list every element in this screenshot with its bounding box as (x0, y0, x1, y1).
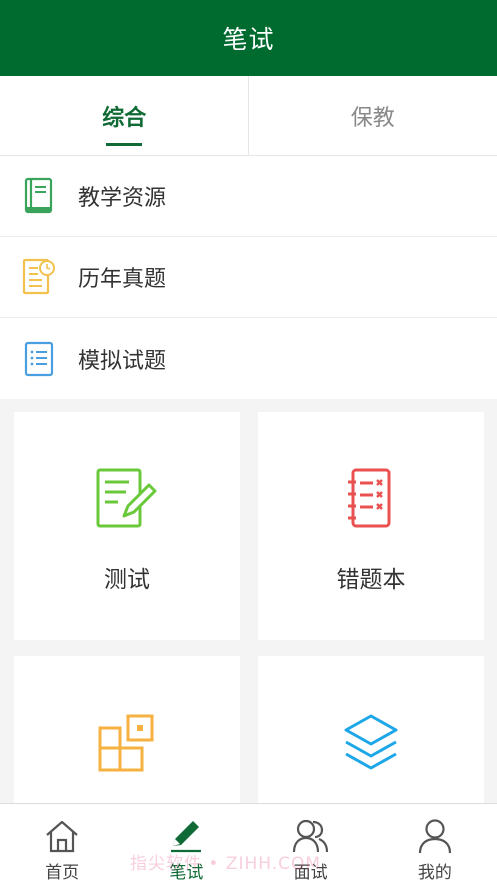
tab-preschool[interactable]: 保教 (249, 76, 497, 155)
card-layers[interactable] (258, 656, 484, 803)
book-icon (22, 176, 56, 216)
card-wrong-questions[interactable]: 错题本 (258, 412, 484, 640)
list-item-label: 模拟试题 (78, 348, 167, 374)
list-item-teaching-resources[interactable]: 教学资源 (0, 156, 497, 237)
bottom-nav: 首页 笔试 面试 我的 (0, 803, 497, 883)
nav-home[interactable]: 首页 (0, 804, 124, 883)
feature-grid: 测试 错题本 (0, 399, 497, 803)
people-icon (291, 816, 331, 856)
nav-label: 笔试 (169, 863, 204, 883)
edit-document-icon (92, 464, 162, 534)
tab-comprehensive[interactable]: 综合 (0, 76, 249, 155)
nav-label: 首页 (45, 863, 80, 883)
list-item-mock-exams[interactable]: 模拟试题 (0, 318, 497, 399)
list-item-past-exams[interactable]: 历年真题 (0, 237, 497, 318)
home-icon (42, 816, 82, 856)
document-clock-icon (22, 257, 56, 297)
layers-icon (336, 708, 406, 778)
card-label: 错题本 (336, 567, 406, 593)
wrong-notebook-icon (336, 464, 406, 534)
list-item-label: 历年真题 (78, 267, 167, 292)
nav-mine[interactable]: 我的 (373, 804, 497, 883)
blocks-icon (92, 708, 162, 778)
nav-label: 我的 (417, 863, 452, 883)
tab-divider (248, 76, 249, 156)
pen-icon (166, 816, 206, 856)
card-test[interactable]: 测试 (14, 412, 240, 640)
nav-label: 面试 (293, 863, 328, 883)
list-icon (22, 339, 56, 379)
resource-list: 教学资源 历年真题 模拟试题 (0, 156, 497, 399)
nav-interview[interactable]: 面试 (249, 804, 373, 883)
card-blocks[interactable] (14, 656, 240, 803)
app-header: 笔试 (0, 0, 497, 76)
card-label: 测试 (104, 567, 150, 593)
nav-written-exam[interactable]: 笔试 (124, 804, 248, 883)
list-item-label: 教学资源 (78, 186, 167, 211)
person-icon (415, 816, 455, 856)
page-title: 笔试 (222, 25, 275, 54)
